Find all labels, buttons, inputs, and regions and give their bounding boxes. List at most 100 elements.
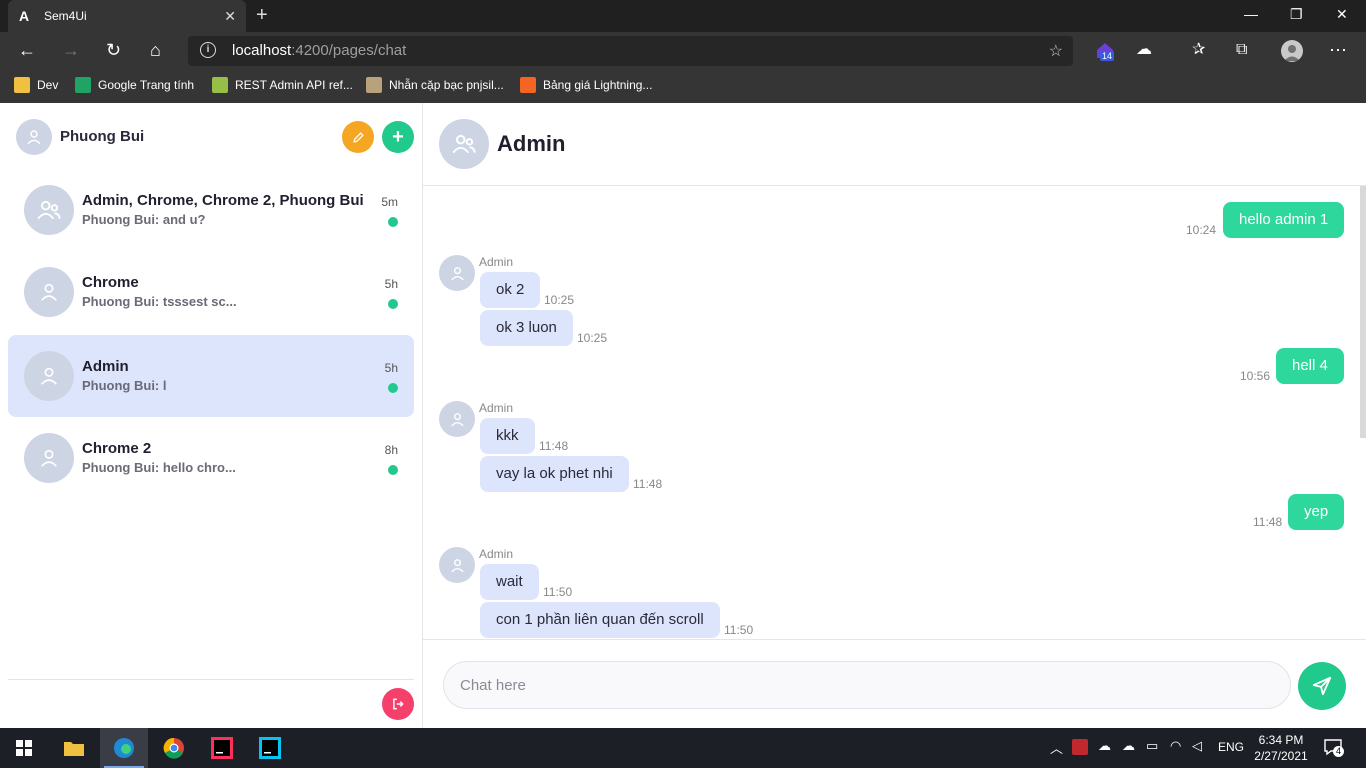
collections-icon[interactable]: ⧉ [1236,40,1247,60]
conversation-item[interactable]: Admin, Chrome, Chrome 2, Phuong Bui Phuo… [8,169,414,251]
new-conversation-button[interactable]: + [382,121,414,153]
site-info-icon[interactable]: i [200,42,216,58]
message-bubble-sent: hell 4 [1276,348,1344,384]
webstorm-button[interactable] [246,728,294,768]
conversation-item-active[interactable]: Admin Phuong Bui: l 5h [8,335,414,417]
bookmark-pnjsilver[interactable]: Nhẫn cặp bạc pnjsil... [366,77,504,93]
bookmark-rest-admin-api[interactable]: REST Admin API ref... [212,77,353,93]
conversation-time: 5h [384,277,398,291]
edit-profile-button[interactable] [342,121,374,153]
action-center-icon[interactable]: 4 [1324,738,1344,761]
bookmark-label: REST Admin API ref... [235,78,353,92]
browser-toolbar: ← → ↻ ⌂ i localhost:4200/pages/chat ☆ 14… [0,32,1366,70]
chat-input[interactable] [443,661,1291,709]
message-bubble-sent: yep [1288,494,1345,530]
forward-icon[interactable]: → [62,40,80,60]
bookmarks-bar: Dev Google Trang tính REST Admin API ref… [0,70,1366,103]
message-bubble-received: vay la ok phet nhi [480,456,629,492]
back-icon[interactable]: ← [18,40,36,60]
wifi-icon[interactable]: ◠ [1170,738,1181,754]
home-icon[interactable]: ⌂ [150,40,161,60]
volume-icon[interactable]: ◁ [1192,738,1202,754]
tray-app-icon[interactable] [1072,739,1088,755]
online-status-dot [388,465,398,475]
windows-taskbar: ︿ ☁ ☁ ▭ ◠ ◁ ENG 6:34 PM 2/27/2021 4 [0,728,1366,768]
pnj-icon [366,77,382,93]
group-icon [452,134,476,154]
tab-title: Sem4Ui [44,9,87,23]
message-bubble-received: ok 3 luon [480,310,573,346]
file-explorer-button[interactable] [50,728,98,768]
conversation-item[interactable]: Chrome 2 Phuong Bui: hello chro... 8h [8,417,414,499]
pencil-icon [352,131,364,143]
add-favorite-icon[interactable]: ☆ [1049,41,1063,61]
chrome-button[interactable] [150,728,198,768]
online-status-dot [388,299,398,309]
user-icon [41,367,57,385]
conversation-preview: Phuong Bui: hello chro... [82,460,236,475]
clock-date: 2/27/2021 [1254,749,1308,763]
battery-icon[interactable]: ▭ [1146,738,1158,754]
clock-time: 6:34 PM [1258,733,1304,747]
intellij-button[interactable] [198,728,246,768]
online-status-dot [388,217,398,227]
user-icon [450,266,464,280]
system-clock[interactable]: 6:34 PM 2/27/2021 [1246,732,1316,764]
chrome-icon [163,737,184,759]
user-icon [450,412,464,426]
edge-browser-button[interactable] [100,728,148,768]
windows-logo-icon [16,740,32,756]
message-list[interactable]: 10:24 hello admin 1 Admin ok 2 10:25 ok … [423,186,1366,639]
folder-icon [64,742,84,756]
minimize-icon[interactable]: — [1244,6,1258,22]
user-icon [41,283,57,301]
conversation-item[interactable]: Chrome Phuong Bui: tsssest sc... 5h [8,251,414,333]
conversation-preview: Phuong Bui: and u? [82,212,206,227]
more-menu-icon[interactable]: ⋯ [1329,40,1347,60]
chat-avatar [439,119,489,169]
favorites-icon[interactable]: ✰ [1192,40,1205,60]
bookmark-google-sheets[interactable]: Google Trang tính [75,77,194,93]
current-user-avatar[interactable] [16,119,52,155]
language-indicator[interactable]: ENG [1218,740,1244,754]
refresh-icon[interactable]: ↻ [106,40,121,60]
onedrive-icon[interactable]: ☁ [1122,738,1135,754]
sender-avatar [439,255,475,291]
user-avatar [24,351,74,401]
restore-icon[interactable]: ❐ [1290,6,1303,23]
show-hidden-icons-icon[interactable]: ︿ [1050,738,1063,757]
user-icon [41,449,57,467]
message-time: 11:48 [633,477,663,491]
conversation-name: Chrome [82,274,139,291]
url-path: :4200/pages/chat [291,42,407,59]
bookmark-label: Bảng giá Lightning... [543,78,653,92]
bookmark-dev[interactable]: Dev [14,77,58,93]
browser-tab-strip: A Sem4Ui ✕ + — ❐ ✕ [0,0,1366,32]
angular-logo-icon: A [19,8,30,24]
folder-icon [14,77,30,93]
chat-title: Admin [497,131,566,156]
conversation-preview: Phuong Bui: l [82,378,167,393]
conversation-time: 5h [384,361,398,375]
extension-icon[interactable]: 14 [1094,40,1116,62]
message-bubble-received: kkk [480,418,535,454]
window-close-icon[interactable]: ✕ [1336,6,1348,23]
message-time: 10:56 [1240,369,1271,383]
conversation-time: 5m [381,195,398,209]
group-avatar [24,185,74,235]
bookmark-lightning[interactable]: Bảng giá Lightning... [520,77,652,93]
send-icon [1312,676,1332,696]
conversation-name: Admin [82,358,129,375]
profile-avatar[interactable] [1281,40,1303,62]
extension-cloud-icon[interactable]: ☁ [1136,40,1152,60]
start-button[interactable] [0,728,48,768]
logout-button[interactable] [382,688,414,720]
conversation-time: 8h [384,443,398,457]
message-scrollbar[interactable] [1360,186,1366,438]
docker-icon[interactable]: ☁ [1098,738,1111,754]
browser-tab-active[interactable]: A Sem4Ui ✕ [8,0,246,32]
send-button[interactable] [1298,662,1346,710]
new-tab-icon[interactable]: + [256,4,268,26]
address-bar[interactable]: i localhost:4200/pages/chat ☆ [188,36,1073,66]
tab-close-icon[interactable]: ✕ [224,8,236,25]
